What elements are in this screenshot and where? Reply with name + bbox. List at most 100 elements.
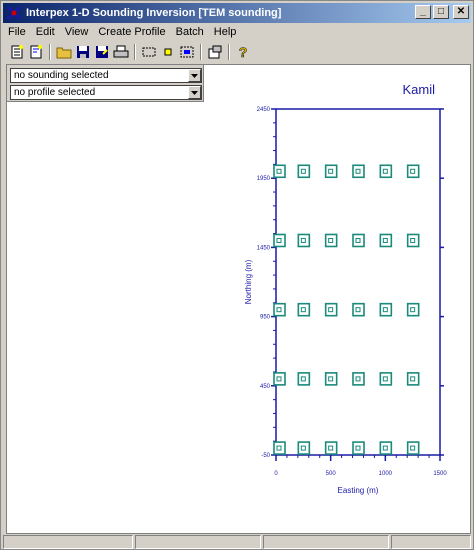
new-sounding-icon[interactable] — [9, 44, 25, 60]
station-marker — [324, 302, 338, 317]
x-axis-label: Easting (m) — [338, 486, 379, 495]
station-marker — [297, 372, 311, 386]
station-markers — [273, 164, 420, 455]
station-marker — [273, 372, 286, 386]
help-icon[interactable]: ? — [235, 44, 251, 60]
main-view: no sounding selected no profile selected… — [6, 64, 471, 534]
y-tick-label: 450 — [260, 384, 271, 390]
station-box — [297, 441, 311, 455]
station-box — [297, 164, 311, 179]
x-tick-label: 1500 — [433, 471, 447, 477]
close-button[interactable]: ✕ — [453, 5, 469, 19]
station-marker — [352, 233, 365, 248]
menu-view[interactable]: View — [60, 26, 94, 38]
station-marker — [406, 233, 420, 248]
toolbar-separator — [200, 44, 202, 60]
station-box — [352, 164, 365, 179]
station-box — [379, 164, 393, 179]
station-box — [352, 302, 365, 317]
survey-label: Kamil — [402, 82, 435, 97]
station-box — [273, 441, 286, 455]
x-tick-label: 500 — [326, 471, 337, 477]
station-box — [273, 372, 286, 386]
y-axis-label: Northing (m) — [244, 259, 253, 304]
station-marker — [273, 164, 286, 179]
station-marker — [379, 164, 393, 179]
station-box — [273, 233, 286, 248]
toolbar-separator — [228, 44, 230, 60]
select-box-icon[interactable] — [141, 44, 157, 60]
zoom-icon[interactable] — [179, 44, 195, 60]
save-as-icon[interactable] — [94, 44, 110, 60]
station-marker — [273, 233, 286, 248]
menu-create-profile[interactable]: Create Profile — [93, 26, 170, 38]
station-marker — [379, 372, 393, 386]
station-marker — [352, 302, 365, 317]
station-box — [379, 302, 393, 317]
maximize-button[interactable]: □ — [433, 5, 449, 19]
title-bar[interactable]: Interpex 1-D Sounding Inversion [TEM sou… — [3, 3, 471, 23]
station-box — [406, 233, 420, 248]
station-marker — [297, 233, 311, 248]
station-marker — [379, 233, 393, 248]
station-marker — [406, 372, 420, 386]
station-box — [379, 372, 393, 386]
svg-text:?: ? — [239, 44, 248, 60]
station-marker — [352, 441, 365, 455]
station-marker — [297, 302, 311, 317]
x-tick-label: 1000 — [379, 471, 393, 477]
toolbar-separator — [49, 44, 51, 60]
station-marker — [324, 441, 338, 455]
station-box — [406, 164, 420, 179]
open-folder-icon[interactable] — [56, 44, 72, 60]
point-icon[interactable] — [160, 44, 176, 60]
station-box — [379, 233, 393, 248]
station-box — [324, 233, 338, 248]
station-marker — [297, 441, 311, 455]
station-marker — [406, 441, 420, 455]
window-title: Interpex 1-D Sounding Inversion [TEM sou… — [26, 7, 282, 19]
y-tick-label: 1450 — [257, 245, 271, 251]
settings-icon[interactable] — [207, 44, 223, 60]
station-box — [297, 302, 311, 317]
y-tick-label: -50 — [261, 453, 270, 459]
station-marker — [352, 372, 365, 386]
new-model-icon[interactable] — [28, 44, 44, 60]
y-tick-label: 1950 — [257, 176, 271, 182]
station-box — [406, 372, 420, 386]
y-tick-label: 2450 — [257, 107, 271, 113]
station-box — [273, 164, 286, 179]
station-box — [352, 372, 365, 386]
plot-axes: -50 450 950 1450 1950 2450 0 500 1000 1500 — [257, 107, 448, 477]
menu-edit[interactable]: Edit — [31, 26, 60, 38]
station-box — [324, 372, 338, 386]
station-marker — [297, 164, 311, 179]
status-pane — [3, 535, 133, 549]
toolbar-separator — [134, 44, 136, 60]
station-box — [324, 441, 338, 455]
station-marker — [406, 164, 420, 179]
station-marker — [352, 164, 365, 179]
station-box — [406, 302, 420, 317]
station-marker — [324, 164, 338, 179]
menu-file[interactable]: File — [3, 26, 31, 38]
minimize-button[interactable]: _ — [415, 5, 431, 19]
app-icon — [6, 5, 22, 21]
station-marker — [379, 302, 393, 317]
station-map[interactable]: Kamil Northing (m) Easting (m) -50 450 950… — [7, 65, 470, 533]
plot-frame — [275, 108, 441, 456]
print-icon[interactable] — [113, 44, 129, 60]
station-box — [297, 372, 311, 386]
station-box — [352, 233, 365, 248]
save-icon[interactable] — [75, 44, 91, 60]
status-bar — [3, 535, 471, 549]
station-box — [324, 302, 338, 317]
station-box — [406, 441, 420, 455]
menu-help[interactable]: Help — [209, 26, 242, 38]
x-tick-label: 0 — [274, 471, 278, 477]
station-box — [379, 441, 393, 455]
status-pane — [263, 535, 389, 549]
app-window: Interpex 1-D Sounding Inversion [TEM sou… — [0, 0, 474, 550]
toolbar: ? — [3, 42, 471, 62]
menu-batch[interactable]: Batch — [171, 26, 209, 38]
